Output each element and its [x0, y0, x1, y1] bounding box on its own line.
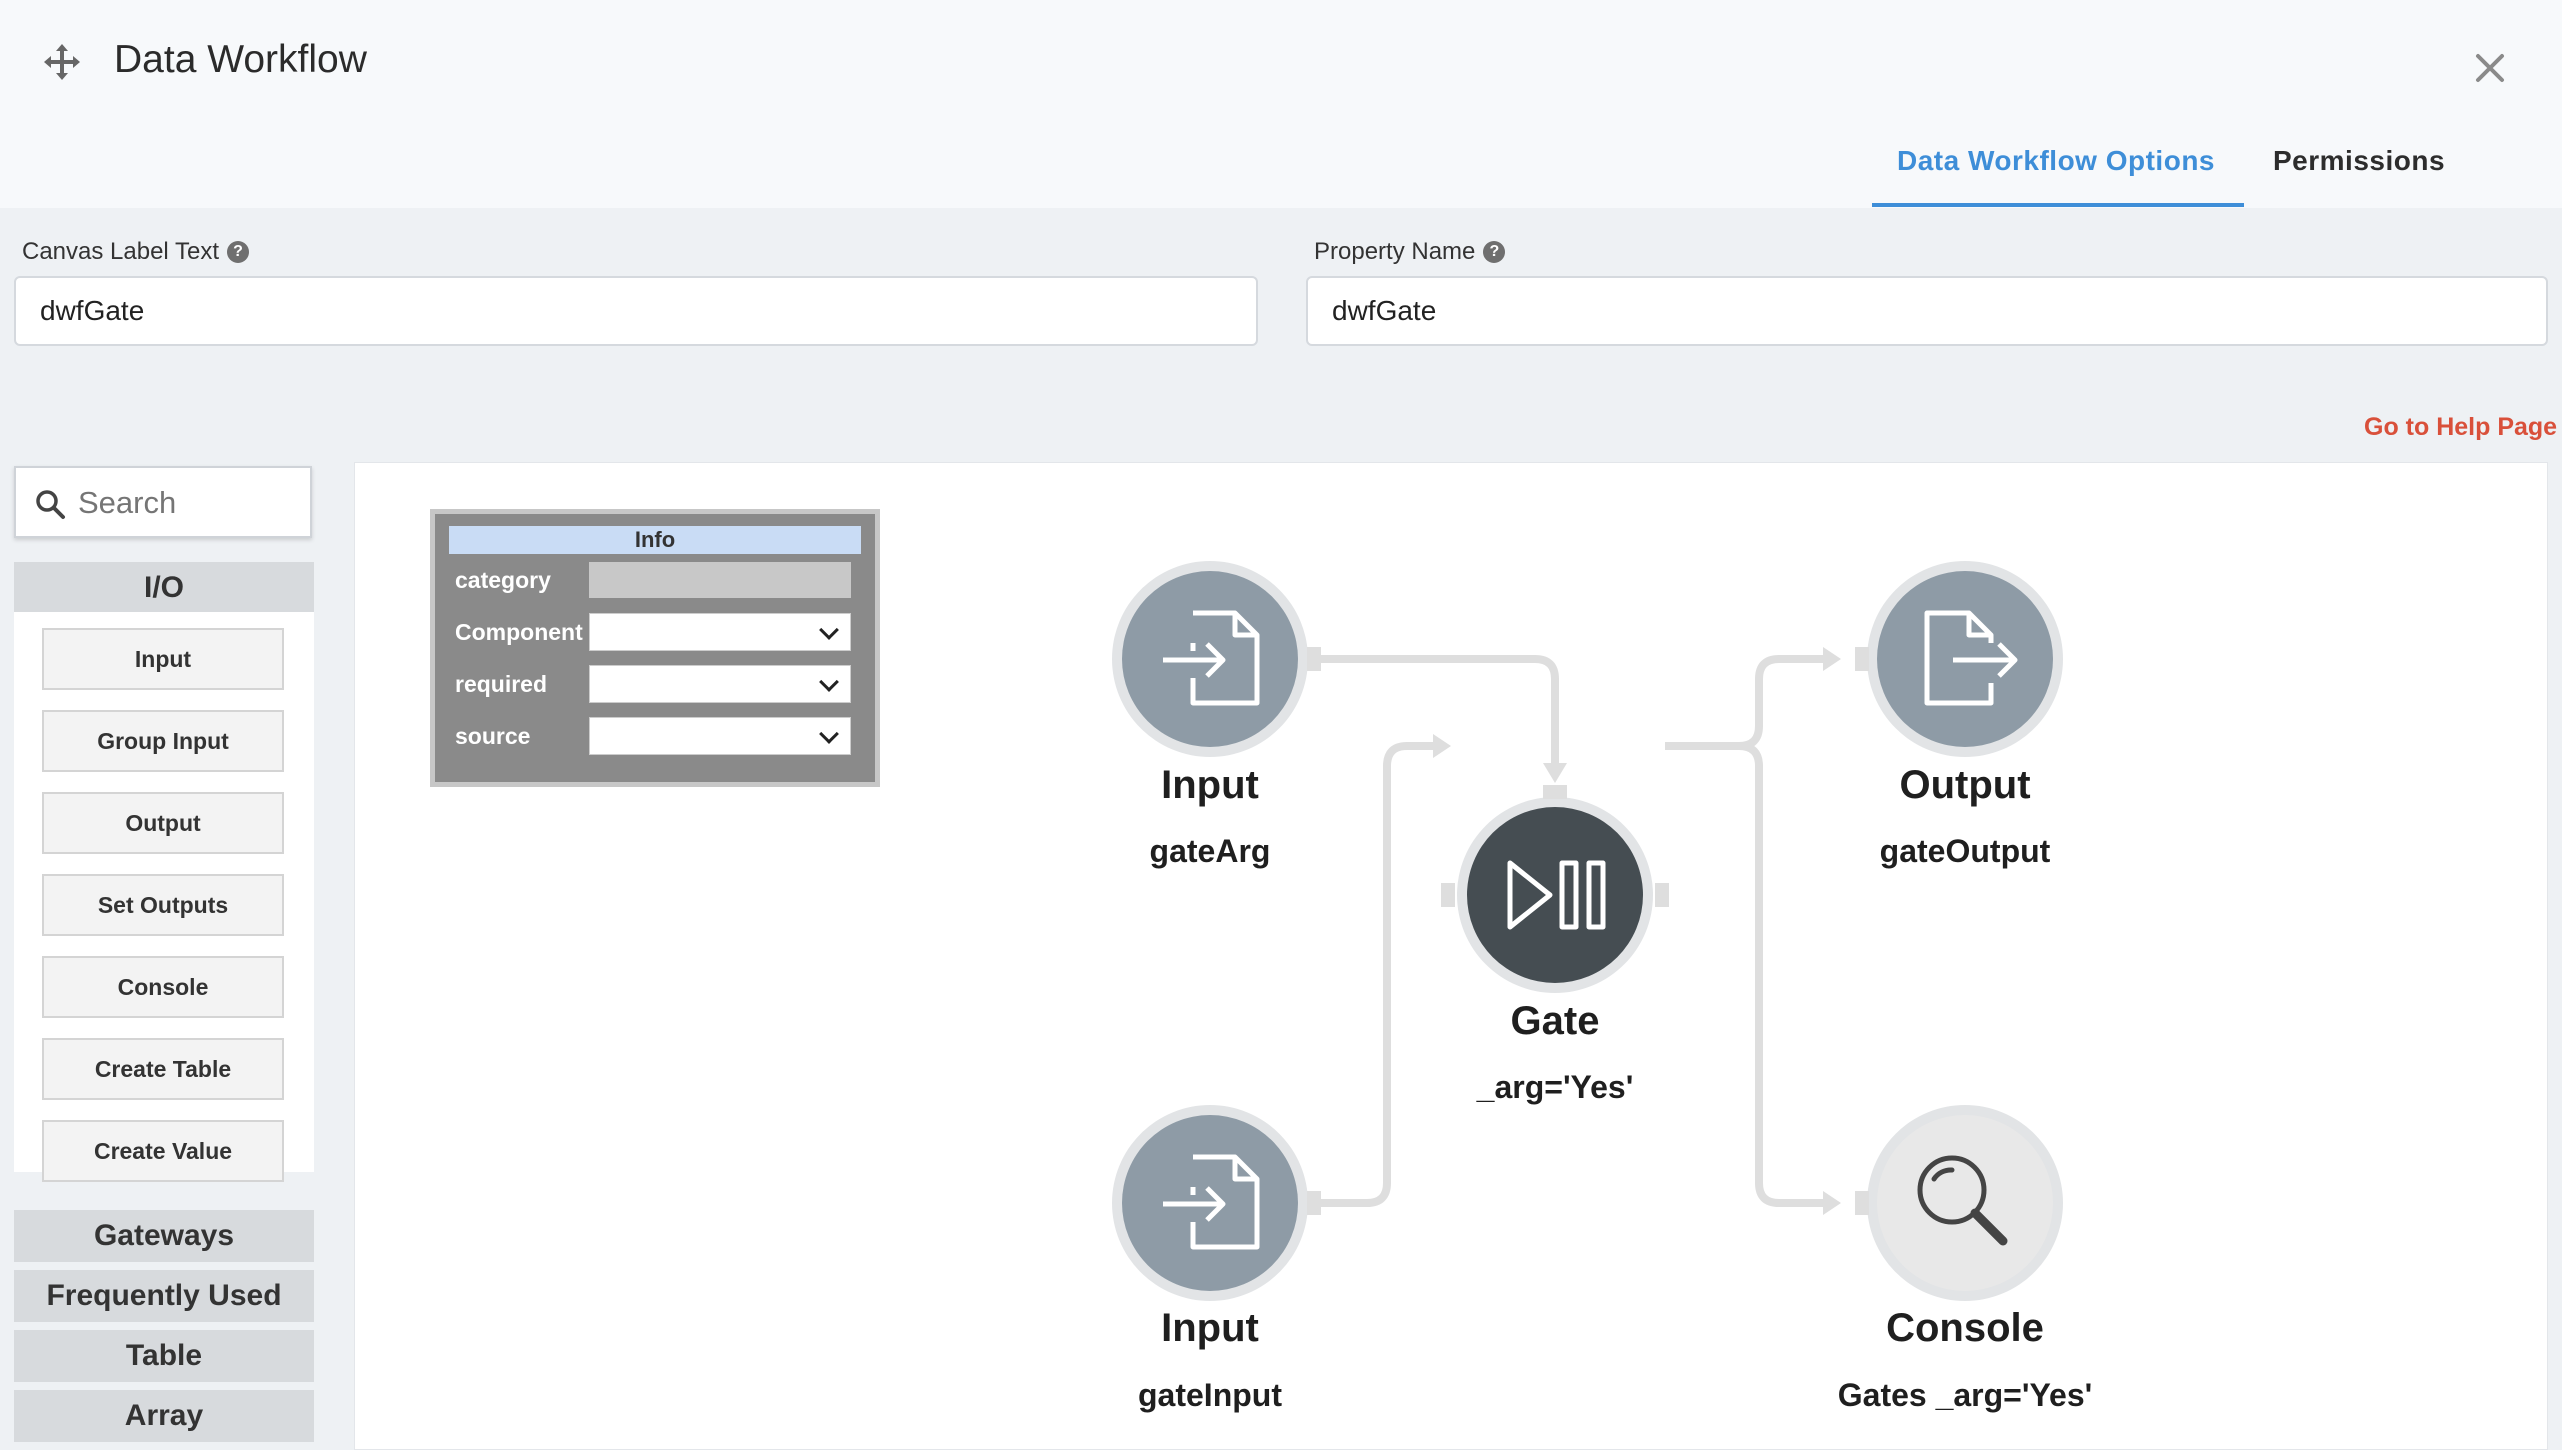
- component-palette: I/O Input Group Input Output Set Outputs…: [14, 466, 314, 1450]
- palette-group-gateways[interactable]: Gateways: [14, 1210, 314, 1262]
- arrowhead: [1823, 647, 1841, 671]
- palette-item-output[interactable]: Output: [42, 792, 284, 854]
- node-input-label: Input: [1161, 1306, 1259, 1350]
- tab-permissions[interactable]: Permissions: [2273, 145, 2445, 177]
- node-console[interactable]: [1855, 1105, 2063, 1301]
- property-name-input[interactable]: [1306, 276, 2548, 346]
- palette-group-io[interactable]: I/O: [14, 562, 314, 614]
- node-console-sublabel: Gates _arg='Yes': [1837, 1377, 2093, 1413]
- node-output-label: Output: [1899, 763, 2031, 807]
- arrowhead: [1543, 763, 1567, 783]
- dialog-header: Data Workflow Data Workflow Options Perm…: [0, 0, 2562, 208]
- palette-search-input[interactable]: [76, 478, 300, 528]
- node-input-sublabel: gateArg: [1149, 833, 1271, 869]
- canvas-label-text-caption: Canvas Label Text: [22, 238, 220, 265]
- arrowhead: [1433, 734, 1451, 758]
- palette-group-io-items: Input Group Input Output Set Outputs Con…: [14, 612, 314, 1182]
- close-icon[interactable]: [2468, 46, 2512, 90]
- workflow-canvas[interactable]: Info category Component required source: [354, 462, 2548, 1450]
- node-output[interactable]: [1855, 561, 2063, 757]
- arrowhead: [1823, 1191, 1841, 1215]
- property-name-label: Property Name ?: [1314, 238, 1506, 266]
- palette-group-array[interactable]: Array: [14, 1390, 314, 1442]
- go-to-help-page-link[interactable]: Go to Help Page: [2364, 413, 2557, 442]
- node-gate[interactable]: [1441, 785, 1669, 993]
- node-input-label: Input: [1161, 763, 1259, 807]
- palette-item-create-table[interactable]: Create Table: [42, 1038, 284, 1100]
- node-input-sublabel: gateInput: [1138, 1377, 1282, 1413]
- palette-item-input[interactable]: Input: [42, 628, 284, 690]
- palette-item-set-outputs[interactable]: Set Outputs: [42, 874, 284, 936]
- palette-item-create-value[interactable]: Create Value: [42, 1120, 284, 1182]
- connector-gate-console: [1665, 742, 1825, 1207]
- help-icon[interactable]: ?: [1483, 241, 1506, 263]
- active-tab-indicator: [1872, 203, 2244, 207]
- palette-search: [14, 466, 312, 538]
- node-gate-label: Gate: [1510, 999, 1600, 1043]
- dialog-title: Data Workflow: [114, 38, 367, 81]
- node-output-sublabel: gateOutput: [1879, 833, 2051, 869]
- palette-group-frequently-used[interactable]: Frequently Used: [14, 1270, 314, 1322]
- property-name-caption: Property Name: [1314, 238, 1476, 265]
- palette-group-table[interactable]: Table: [14, 1330, 314, 1382]
- workflow-diagram: [1112, 561, 2063, 1301]
- palette-item-group-input[interactable]: Group Input: [42, 710, 284, 772]
- canvas-label-text-input[interactable]: [14, 276, 1258, 346]
- search-icon: [36, 490, 65, 519]
- tab-data-workflow-options[interactable]: Data Workflow Options: [1897, 145, 2215, 177]
- node-gate-sublabel: _arg='Yes': [1476, 1069, 1634, 1105]
- canvas-label-text-label: Canvas Label Text ?: [22, 238, 250, 266]
- node-input-gateinput[interactable]: [1112, 1105, 1321, 1301]
- palette-item-console[interactable]: Console: [42, 956, 284, 1018]
- move-handle-icon[interactable]: [44, 44, 80, 80]
- help-icon[interactable]: ?: [227, 241, 250, 263]
- connector-input2-gate: [1315, 742, 1435, 1207]
- connector-gate-output: [1665, 655, 1825, 750]
- node-input-gatearg[interactable]: [1112, 561, 1321, 757]
- node-console-label: Console: [1886, 1306, 2044, 1350]
